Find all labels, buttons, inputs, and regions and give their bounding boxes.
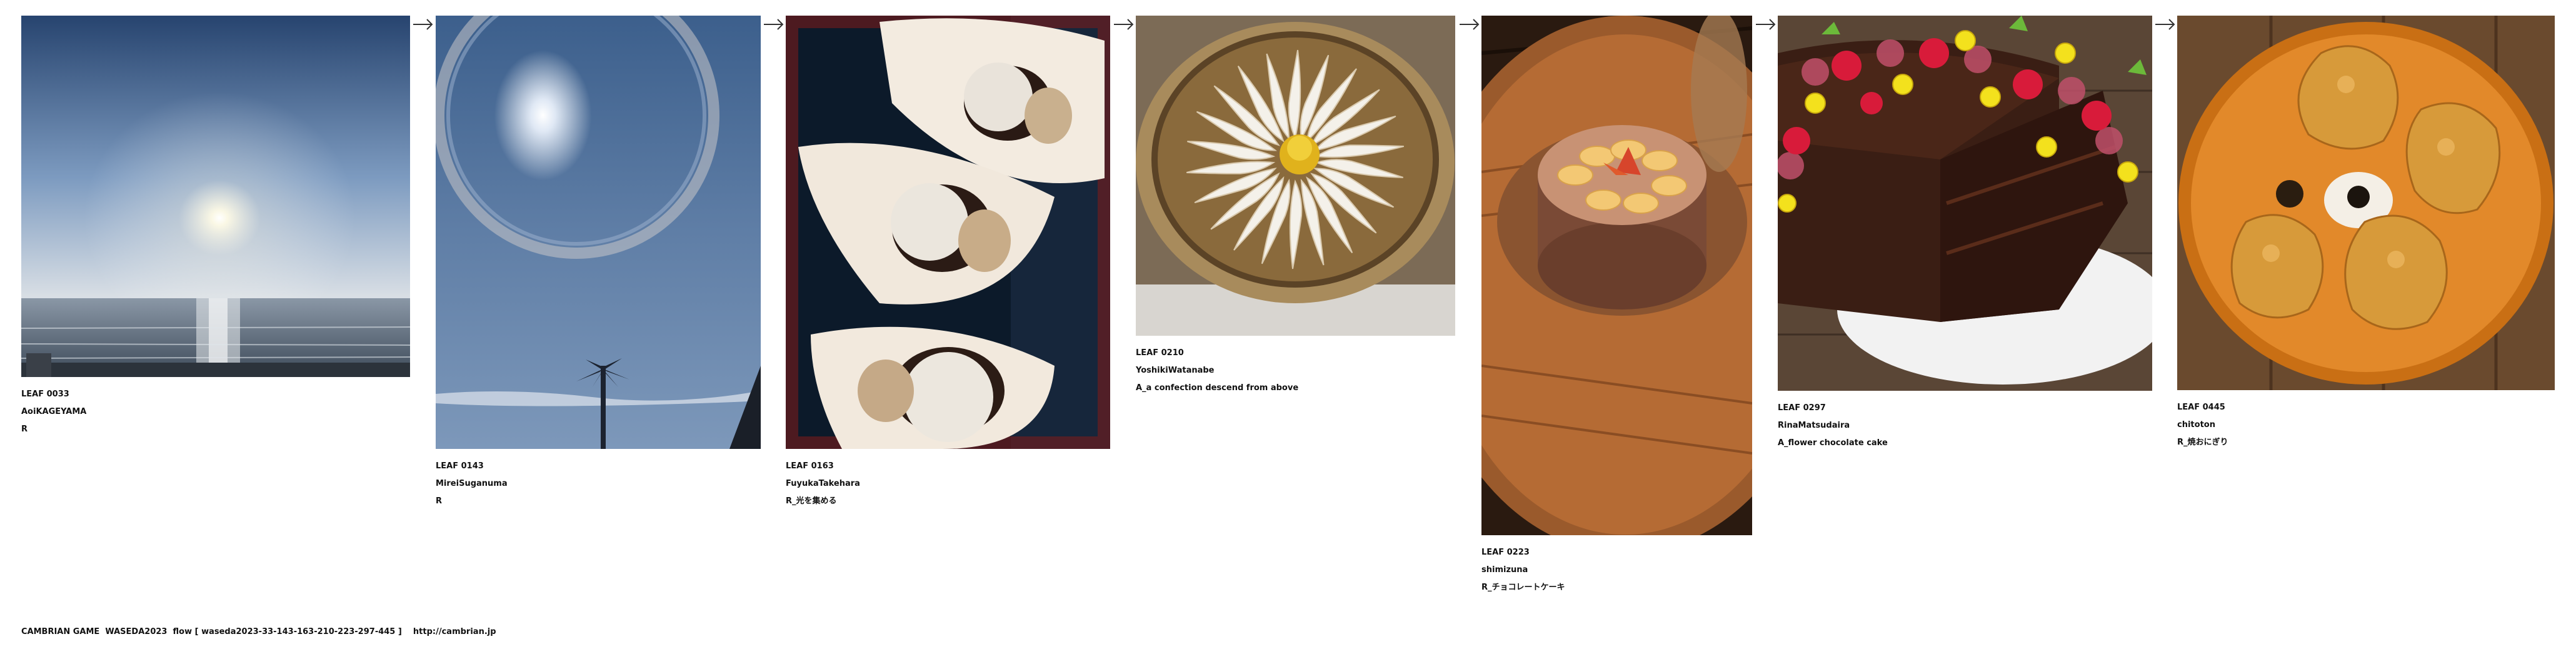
leaf-card-0033[interactable]: LEAF 0033 AoiKAGEYAMA R [21,16,410,438]
leaf-photo-dessert-boats[interactable] [786,16,1110,449]
leaf-note: R [436,496,443,506]
leaf-id: LEAF 0033 [21,390,69,399]
leaf-id: LEAF 0163 [786,461,834,471]
right-arrow-icon [413,19,433,30]
right-arrow-icon [764,19,784,30]
leaf-id: LEAF 0223 [1481,548,1530,557]
leaf-author[interactable]: chitoton [2177,416,2555,434]
leaf-card-0297[interactable]: LEAF 0297 RinaMatsudaira A_flower chocol… [1778,16,2152,452]
leaf-photo-flower-chocolate-cake[interactable] [1778,16,2152,391]
leaf-photo-sunrise[interactable] [21,16,410,377]
leaf-photo-fruit-cake[interactable] [1481,16,1752,535]
leaf-photo-radial-confection[interactable] [1136,16,1455,336]
footer-flow-info[interactable]: CAMBRIAN GAME WASEDA2023 flow [ waseda20… [21,627,496,636]
leaf-author[interactable]: shimizuna [1481,561,1752,579]
leaf-card-0143[interactable]: LEAF 0143 MireiSuganuma R [436,16,761,510]
right-arrow-icon [1460,19,1480,30]
leaf-card-0210[interactable]: LEAF 0210 YoshikiWatanabe A_a confection… [1136,16,1455,397]
leaf-photo-halo[interactable] [436,16,761,449]
leaf-author[interactable]: YoshikiWatanabe [1136,362,1455,380]
leaf-note: R_焼おにぎり [2177,438,2228,447]
leaf-card-0445[interactable]: LEAF 0445 chitoton R_焼おにぎり [2177,16,2555,451]
right-arrow-icon [1756,19,1776,30]
leaf-photo-grilled-rice-balls[interactable] [2177,16,2555,390]
leaf-card-0163[interactable]: LEAF 0163 FuyukaTakehara R_光を集める [786,16,1110,510]
leaf-note: A_a confection descend from above [1136,383,1299,393]
leaf-author[interactable]: MireiSuganuma [436,475,761,493]
leaf-id: LEAF 0210 [1136,348,1184,358]
leaf-card-0223[interactable]: LEAF 0223 shimizuna R_チョコレートケーキ [1481,16,1752,596]
leaf-note: R_チョコレートケーキ [1481,583,1565,592]
leaf-id: LEAF 0143 [436,461,484,471]
leaf-id: LEAF 0297 [1778,403,1826,413]
leaf-note: R_光を集める [786,496,837,506]
right-arrow-icon [2155,19,2175,30]
leaf-author[interactable]: AoiKAGEYAMA [21,403,410,421]
right-arrow-icon [1114,19,1134,30]
leaf-author[interactable]: RinaMatsudaira [1778,417,2152,435]
leaf-note: R [21,425,28,434]
leaf-note: A_flower chocolate cake [1778,438,1888,448]
leaf-id: LEAF 0445 [2177,403,2225,412]
leaf-author[interactable]: FuyukaTakehara [786,475,1110,493]
